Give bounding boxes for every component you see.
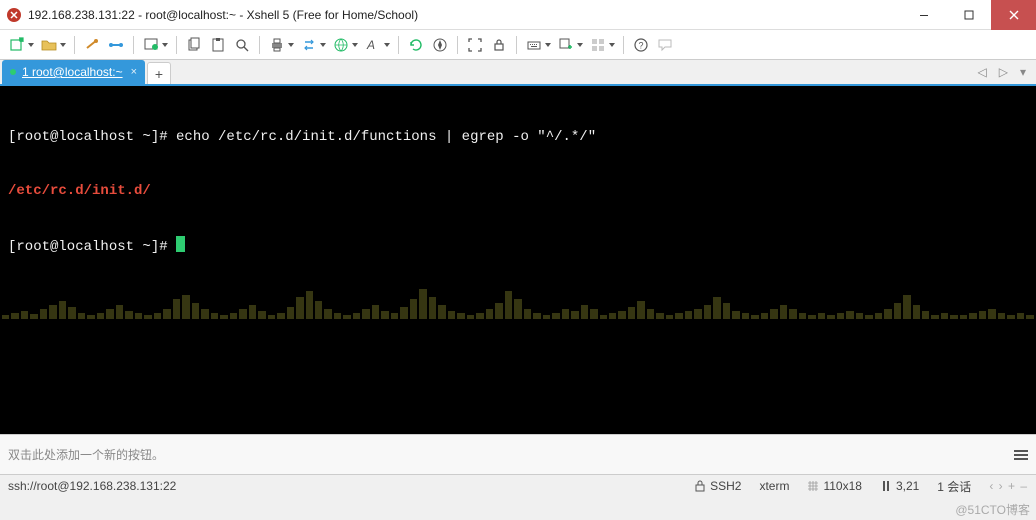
toolbar-separator: [457, 36, 458, 54]
cursor-pos-icon: [880, 480, 892, 492]
print-button[interactable]: [266, 34, 296, 56]
status-cursor: 3,21: [880, 479, 919, 493]
globe-button[interactable]: [330, 34, 360, 56]
open-session-button[interactable]: [38, 34, 68, 56]
session-tab-active[interactable]: 1 root@localhost:~ ×: [2, 60, 145, 84]
disconnect-button[interactable]: [105, 34, 127, 56]
paste-button[interactable]: [207, 34, 229, 56]
toolbar-separator: [516, 36, 517, 54]
copy-button[interactable]: [183, 34, 205, 56]
tab-label: 1 root@localhost:~: [22, 65, 123, 79]
fullscreen-button[interactable]: [464, 34, 486, 56]
lock-icon: [694, 480, 706, 492]
svg-text:?: ?: [639, 40, 644, 50]
chat-button[interactable]: [654, 34, 676, 56]
tab-list-button[interactable]: ▾: [1016, 63, 1030, 81]
status-arrows: ‹ › + –: [989, 479, 1028, 493]
find-button[interactable]: [231, 34, 253, 56]
window-close-button[interactable]: [991, 0, 1036, 30]
status-geometry: 110x18: [807, 479, 861, 493]
status-term-type: xterm: [759, 479, 789, 493]
tab-next-button[interactable]: ▷: [995, 63, 1012, 81]
new-session-button[interactable]: [6, 34, 36, 56]
audio-visualizer: [0, 279, 1036, 319]
toolbar-separator: [259, 36, 260, 54]
grid-icon: [807, 480, 819, 492]
panel-menu-button[interactable]: [1014, 450, 1028, 460]
add-button[interactable]: [555, 34, 585, 56]
tab-close-button[interactable]: ×: [129, 66, 139, 78]
help-button[interactable]: ?: [630, 34, 652, 56]
window-titlebar: 192.168.238.131:22 - root@localhost:~ - …: [0, 0, 1036, 30]
status-bar: ssh://root@192.168.238.131:22 SSH2 xterm…: [0, 474, 1036, 496]
session-tab-bar: 1 root@localhost:~ × + ◁ ▷ ▾: [0, 60, 1036, 86]
terminal-view[interactable]: [root@localhost ~]# echo /etc/rc.d/init.…: [0, 86, 1036, 434]
terminal-line-match: /etc/rc.d/init.d/: [8, 182, 1028, 200]
window-minimize-button[interactable]: [901, 0, 946, 30]
toolbar-separator: [133, 36, 134, 54]
status-session-count: 1 会话: [937, 478, 971, 495]
status-protocol: SSH2: [694, 479, 741, 493]
lock-button[interactable]: [488, 34, 510, 56]
transfer-button[interactable]: [298, 34, 328, 56]
quick-button-panel[interactable]: 双击此处添加一个新的按钮。: [0, 434, 1036, 474]
watermark: @51CTO博客: [955, 501, 1030, 518]
terminal-line: [root@localhost ~]# echo /etc/rc.d/init.…: [8, 128, 1028, 146]
reconnect-button[interactable]: [81, 34, 103, 56]
main-toolbar: A ?: [0, 30, 1036, 60]
toolbar-separator: [176, 36, 177, 54]
layout-button[interactable]: [587, 34, 617, 56]
compass-button[interactable]: [429, 34, 451, 56]
tab-prev-button[interactable]: ◁: [974, 63, 991, 81]
status-ssh-target: ssh://root@192.168.238.131:22: [8, 479, 176, 493]
window-title: 192.168.238.131:22 - root@localhost:~ - …: [28, 8, 418, 22]
window-maximize-button[interactable]: [946, 0, 991, 30]
quick-button-hint: 双击此处添加一个新的按钮。: [8, 446, 164, 463]
properties-button[interactable]: [140, 34, 170, 56]
toolbar-separator: [398, 36, 399, 54]
font-button[interactable]: A: [362, 34, 392, 56]
connected-indicator-icon: [10, 69, 16, 75]
toolbar-separator: [74, 36, 75, 54]
svg-text:A: A: [366, 38, 375, 52]
app-icon: [6, 7, 22, 23]
toolbar-separator: [623, 36, 624, 54]
new-tab-button[interactable]: +: [147, 62, 171, 84]
refresh-button[interactable]: [405, 34, 427, 56]
cursor-icon: [176, 236, 185, 252]
terminal-prompt-line: [root@localhost ~]#: [8, 236, 1028, 256]
keyboard-button[interactable]: [523, 34, 553, 56]
